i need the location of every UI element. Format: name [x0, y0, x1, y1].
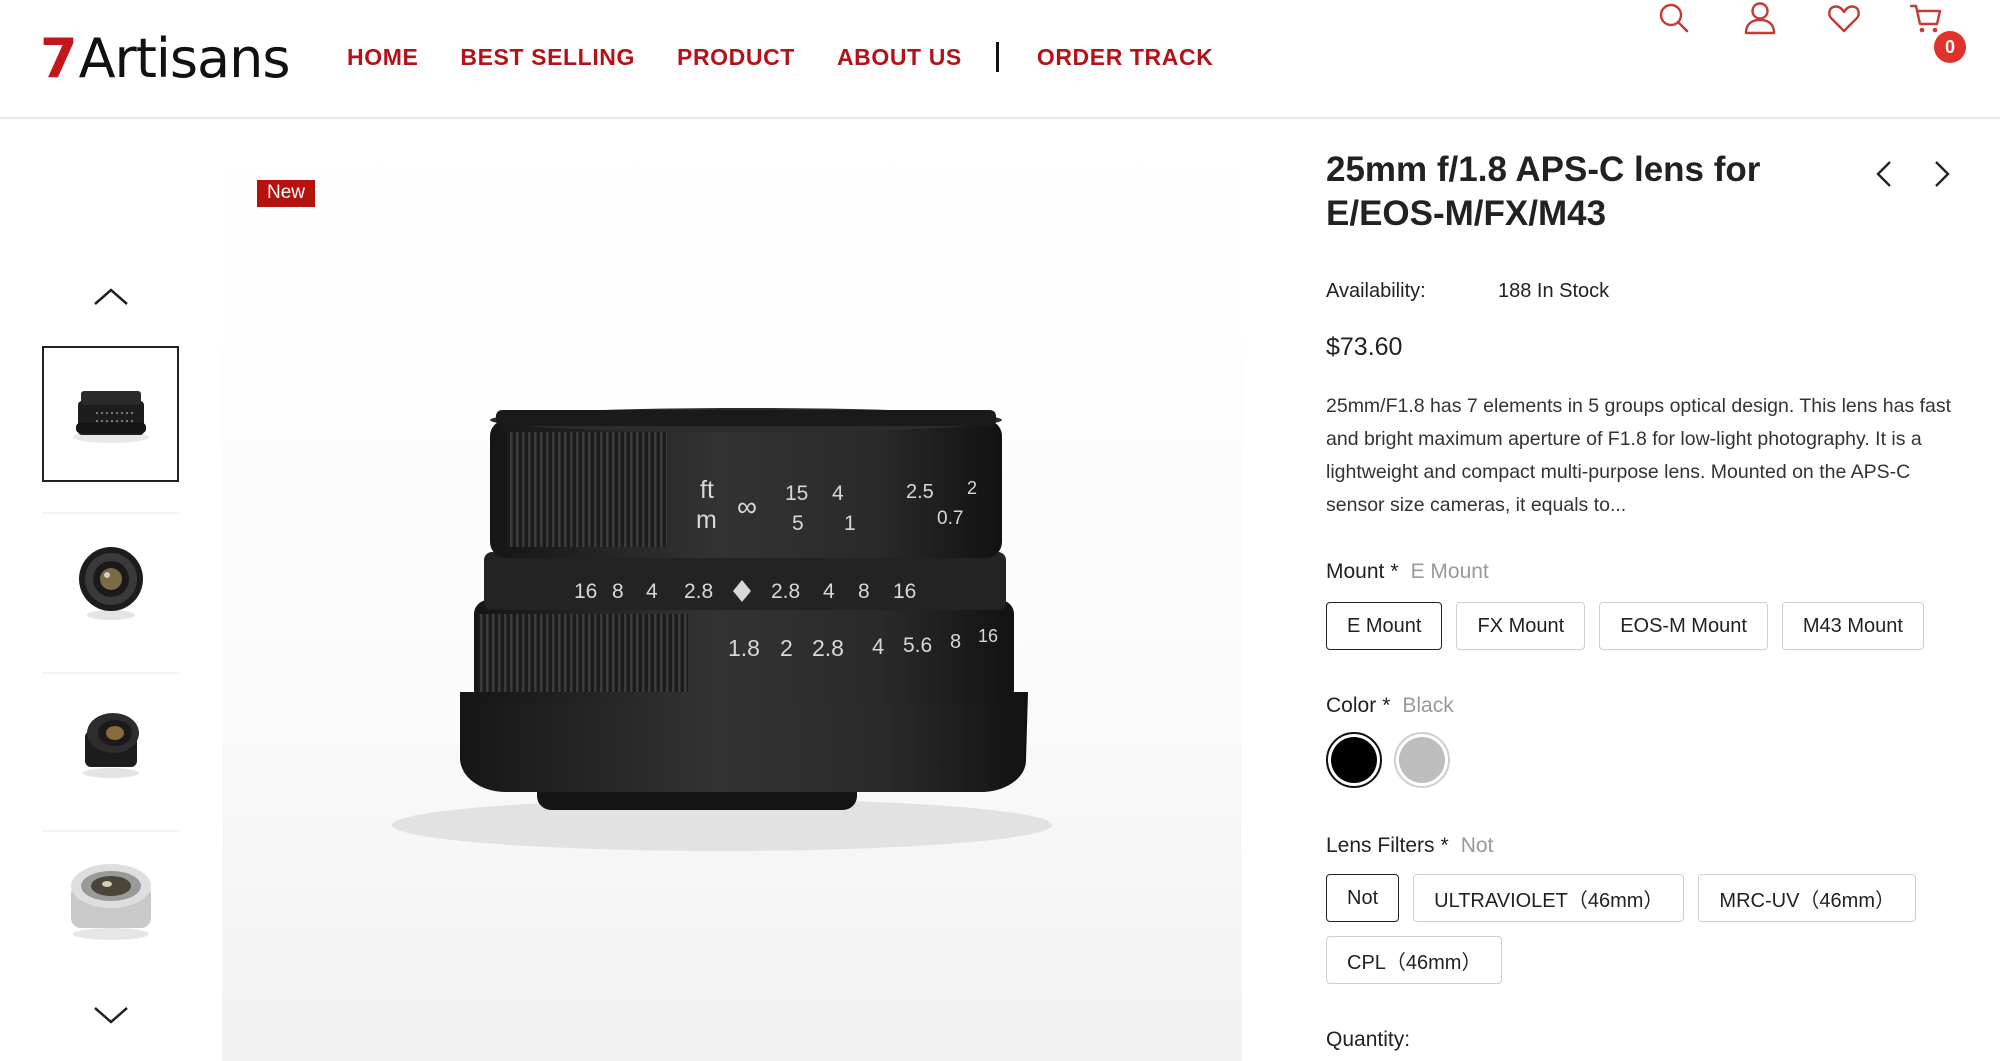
lens-illustration: ft m ∞ 15 4 2.5 2 5 1 0.7 16 8 4 2.8 2.8… [392, 408, 1052, 851]
main-product-image[interactable]: ft m ∞ 15 4 2.5 2 5 1 0.7 16 8 4 2.8 2.8… [222, 120, 1242, 1061]
brand-logo[interactable]: 7 Artisans [40, 27, 290, 90]
lens-filters-selected-value: Not [1460, 834, 1494, 857]
main-nav: HOME BEST SELLING PRODUCT ABOUT US ORDER… [347, 42, 1255, 72]
product-pager [1870, 154, 1956, 194]
lens-marking-ft: ft [700, 476, 714, 504]
dof-4-right: 4 [823, 580, 835, 603]
dof-16-left: 16 [574, 580, 597, 603]
color-option-group: Color * Black [1326, 694, 1966, 788]
thumbnail-gallery [42, 120, 182, 1061]
lens-marking-m-1: 1 [844, 512, 856, 535]
availability-value: 188 In Stock [1498, 280, 1610, 302]
lens-marking-m-0-7: 0.7 [937, 508, 963, 529]
availability-row: Availability: 188 In Stock [1326, 280, 1966, 303]
thumbnail-lens-silver-angle [70, 864, 151, 940]
lens-marking-m-5: 5 [792, 512, 804, 535]
color-swatch-black[interactable] [1326, 732, 1382, 788]
color-label: Color * Black [1326, 694, 1454, 717]
nav-about-us[interactable]: ABOUT US [837, 44, 962, 71]
cart-count-badge: 0 [1934, 31, 1966, 63]
next-product-chevron-icon[interactable] [1930, 154, 1956, 194]
filter-option-mrc-uv[interactable]: MRC-UV（46mm） [1698, 874, 1916, 922]
search-icon[interactable] [1656, 0, 1692, 36]
dof-2-8-right: 2.8 [771, 580, 800, 603]
filter-option-not[interactable]: Not [1326, 874, 1400, 922]
new-badge: New [257, 180, 316, 207]
mount-option-e-mount[interactable]: E Mount [1326, 602, 1443, 650]
lens-marking-ft-2-5: 2.5 [906, 481, 934, 503]
nav-product[interactable]: PRODUCT [677, 44, 795, 71]
thumbnail-2[interactable] [42, 512, 179, 648]
nav-divider [995, 42, 999, 72]
product-price: $73.60 [1326, 333, 1403, 361]
thumbnail-lens-black-angle [82, 713, 139, 778]
thumbnail-lens-black-front [72, 391, 149, 443]
availability-label: Availability: [1326, 280, 1426, 302]
aperture-4: 4 [872, 634, 884, 659]
thumbnail-up-arrow-icon[interactable] [90, 282, 132, 312]
aperture-1-8: 1.8 [728, 635, 760, 661]
dof-8-right: 8 [858, 580, 870, 603]
color-swatch-silver[interactable] [1394, 732, 1450, 788]
nav-order-track[interactable]: ORDER TRACK [1037, 44, 1214, 71]
cart-icon[interactable] [1908, 0, 1944, 36]
site-header: 7 Artisans HOME BEST SELLING PRODUCT ABOU… [0, 0, 2000, 119]
lens-marking-infinity: ∞ [737, 491, 757, 522]
lens-marking-ft-4: 4 [832, 482, 844, 505]
mount-option-m43-mount[interactable]: M43 Mount [1781, 602, 1924, 650]
nav-home[interactable]: HOME [347, 44, 418, 71]
thumbnail-down-arrow-icon[interactable] [90, 1000, 132, 1030]
product-description: 25mm/F1.8 has 7 elements in 5 groups opt… [1326, 395, 1952, 516]
product-title: 25mm f/1.8 APS-C lens for E/EOS-M/FX/M43 [1326, 150, 1761, 233]
aperture-16: 16 [978, 626, 998, 646]
quantity-label: Quantity: [1326, 1028, 1411, 1051]
aperture-8: 8 [950, 631, 961, 653]
mount-label: Mount * E Mount [1326, 560, 1489, 583]
mount-option-eos-m-mount[interactable]: EOS-M Mount [1599, 602, 1768, 650]
lens-marking-m: m [696, 506, 717, 534]
aperture-2-8: 2.8 [812, 635, 844, 661]
color-selected-value: Black [1402, 694, 1454, 717]
dof-16-right: 16 [893, 580, 916, 603]
lens-filters-label: Lens Filters * Not [1326, 834, 1494, 857]
dof-8-left: 8 [612, 580, 624, 603]
previous-product-chevron-icon[interactable] [1870, 154, 1896, 194]
account-icon[interactable] [1742, 0, 1778, 36]
mount-selected-value: E Mount [1410, 560, 1489, 583]
filter-option-ultraviolet[interactable]: ULTRAVIOLET（46mm） [1413, 874, 1685, 922]
thumbnail-3[interactable] [42, 672, 179, 808]
lens-filter-option-group: Lens Filters * Not Not ULTRAVIOLET（46mm） M… [1326, 834, 1966, 984]
thumbnail-1[interactable] [42, 346, 179, 482]
aperture-2: 2 [780, 635, 793, 661]
product-info-panel: 25mm f/1.8 APS-C lens for E/EOS-M/FX/M43… [1326, 120, 1966, 1052]
lens-marking-ft-15: 15 [785, 482, 808, 505]
thumbnail-4[interactable] [42, 830, 179, 966]
dof-4-left: 4 [646, 580, 658, 603]
nav-best-selling[interactable]: BEST SELLING [460, 44, 635, 71]
filter-option-cpl[interactable]: CPL（46mm） [1326, 936, 1503, 984]
lens-marking-ft-2: 2 [967, 478, 977, 498]
aperture-5-6: 5.6 [903, 634, 932, 657]
thumbnail-lens-black-rear [78, 547, 143, 620]
wishlist-heart-icon[interactable] [1826, 0, 1862, 36]
mount-option-fx-mount[interactable]: FX Mount [1456, 602, 1586, 650]
dof-2-8-left: 2.8 [684, 580, 713, 603]
mount-option-group: Mount * E Mount E Mount FX Mount EOS-M Mou… [1326, 560, 1966, 650]
